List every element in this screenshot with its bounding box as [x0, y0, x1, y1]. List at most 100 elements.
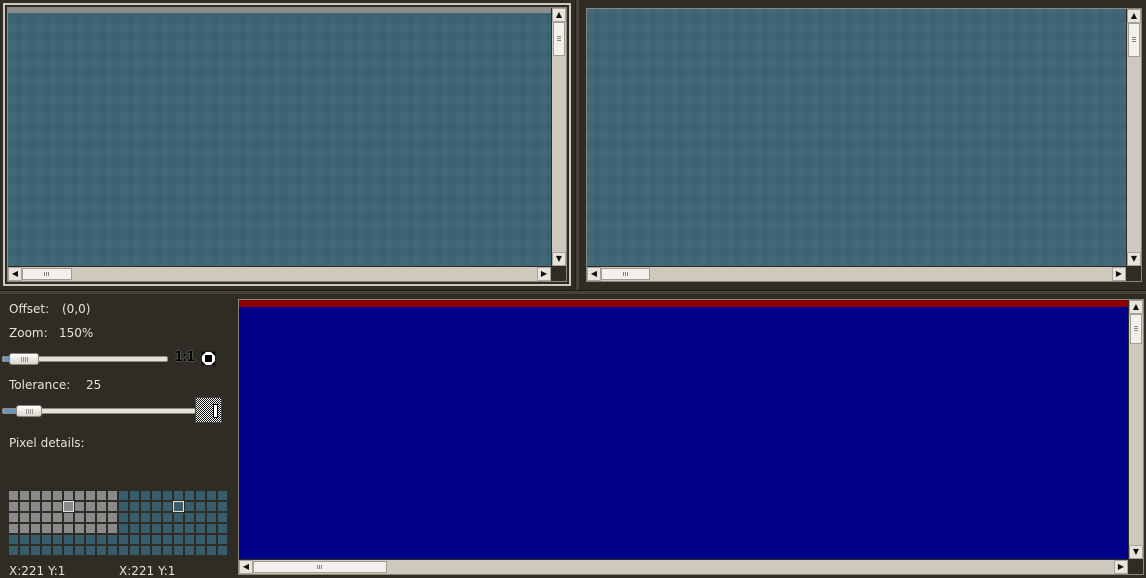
pixel-cell — [207, 513, 216, 522]
tolerance-value: 25 — [86, 378, 102, 392]
pixel-cell — [163, 491, 172, 500]
pixel-cell — [42, 502, 51, 511]
zoom-one-to-one-button[interactable]: 1:1 — [174, 350, 195, 365]
pixel-cell — [9, 535, 18, 544]
pixel-cell — [163, 546, 172, 555]
left-hscroll-thumb[interactable] — [22, 268, 72, 280]
pixel-cell — [86, 535, 95, 544]
zoom-slider[interactable] — [2, 352, 168, 366]
pixel-cell — [141, 535, 150, 544]
pixel-cell — [9, 502, 18, 511]
pixel-cell — [196, 491, 205, 500]
pixel-cell — [130, 546, 139, 555]
pixel-cell — [64, 524, 73, 533]
zoom-label: Zoom: — [9, 326, 48, 340]
pixel-cell — [130, 502, 139, 511]
pixel-cell — [207, 524, 216, 533]
pixel-cell — [108, 546, 117, 555]
left-image-canvas[interactable] — [8, 13, 551, 266]
pixel-cell — [64, 546, 73, 555]
fit-to-window-icon[interactable] — [201, 351, 216, 366]
arrow-left-icon[interactable]: ◀ — [8, 267, 22, 281]
pixel-cell — [152, 535, 161, 544]
arrow-left-icon[interactable]: ◀ — [239, 560, 253, 574]
pixel-cell — [174, 491, 183, 500]
arrow-up-icon[interactable]: ▲ — [552, 8, 566, 22]
pixel-cell — [53, 546, 62, 555]
pixel-cell — [53, 502, 62, 511]
pixel-cell — [130, 535, 139, 544]
pixel-cell — [152, 546, 161, 555]
pixel-cell — [53, 535, 62, 544]
zoom-slider-knob[interactable] — [9, 353, 39, 365]
pixel-details-left-coords: X:221 Y:1 — [9, 564, 66, 578]
pixel-cell — [174, 546, 183, 555]
pixel-cell — [218, 491, 227, 500]
pixel-cell — [141, 524, 150, 533]
pixel-details-left-grid — [9, 491, 117, 555]
pixel-cell — [75, 513, 84, 522]
pixel-cell — [130, 491, 139, 500]
pixel-cell — [53, 513, 62, 522]
pixel-cell — [130, 524, 139, 533]
pixel-cell — [75, 535, 84, 544]
pixel-cell — [119, 491, 128, 500]
right-vertical-scrollbar[interactable]: ▲ ▼ — [1127, 9, 1141, 266]
arrow-right-icon[interactable]: ▶ — [1114, 560, 1128, 574]
pixel-cell — [141, 491, 150, 500]
left-horizontal-scrollbar[interactable]: ◀ ▶ — [8, 267, 551, 281]
difference-vertical-scrollbar[interactable]: ▲ ▼ — [1129, 300, 1143, 559]
pixel-cell — [119, 524, 128, 533]
pixel-cell — [20, 513, 29, 522]
tolerance-color-swatch[interactable] — [195, 397, 222, 423]
pixel-details-label: Pixel details: — [9, 436, 85, 450]
arrow-right-icon[interactable]: ▶ — [537, 267, 551, 281]
pixel-cell — [141, 513, 150, 522]
pixel-cell — [86, 491, 95, 500]
pixel-cell — [9, 546, 18, 555]
left-vertical-scrollbar[interactable]: ▲ ▼ — [552, 8, 566, 266]
pixel-cell — [119, 535, 128, 544]
pixel-cell — [174, 513, 183, 522]
pixel-cell — [119, 546, 128, 555]
pixel-cell — [207, 502, 216, 511]
arrow-down-icon[interactable]: ▼ — [1129, 545, 1143, 559]
pixel-cell — [207, 491, 216, 500]
right-horizontal-scrollbar[interactable]: ◀ ▶ — [587, 267, 1126, 281]
arrow-left-icon[interactable]: ◀ — [587, 267, 601, 281]
pixel-cell — [141, 546, 150, 555]
pixel-cell — [31, 513, 40, 522]
pixel-cell — [218, 524, 227, 533]
arrow-down-icon[interactable]: ▼ — [1127, 252, 1141, 266]
pixel-cell — [75, 491, 84, 500]
zoom-value: 150% — [59, 326, 94, 340]
pixel-cell — [174, 524, 183, 533]
arrow-right-icon[interactable]: ▶ — [1112, 267, 1126, 281]
right-hscroll-thumb[interactable] — [601, 268, 650, 280]
pixel-cell — [63, 501, 74, 512]
left-vscroll-thumb[interactable] — [553, 22, 565, 56]
tolerance-slider-knob[interactable] — [16, 405, 42, 417]
pixel-cell — [185, 513, 194, 522]
control-panel: Offset: (0,0) Zoom: 150% 1:1 Tolerance: … — [0, 294, 236, 578]
arrow-up-icon[interactable]: ▲ — [1127, 9, 1141, 23]
tolerance-slider[interactable] — [2, 404, 196, 418]
pixel-cell — [75, 502, 84, 511]
pixel-cell — [9, 513, 18, 522]
right-image-canvas[interactable] — [587, 9, 1126, 266]
pixel-cell — [64, 513, 73, 522]
arrow-down-icon[interactable]: ▼ — [552, 252, 566, 266]
difference-horizontal-scrollbar[interactable]: ◀ ▶ — [239, 560, 1128, 574]
right-vscroll-thumb[interactable] — [1128, 23, 1140, 57]
difference-hscroll-thumb[interactable] — [253, 561, 387, 573]
pixel-cell — [42, 535, 51, 544]
pixel-cell — [64, 535, 73, 544]
vertical-pane-divider[interactable] — [575, 0, 579, 290]
pixel-details-right-grid — [119, 491, 227, 555]
difference-canvas[interactable] — [239, 300, 1128, 559]
pixel-cell — [9, 524, 18, 533]
pixel-cell — [42, 513, 51, 522]
difference-vscroll-thumb[interactable] — [1130, 314, 1142, 344]
arrow-up-icon[interactable]: ▲ — [1129, 300, 1143, 314]
pixel-cell — [97, 535, 106, 544]
